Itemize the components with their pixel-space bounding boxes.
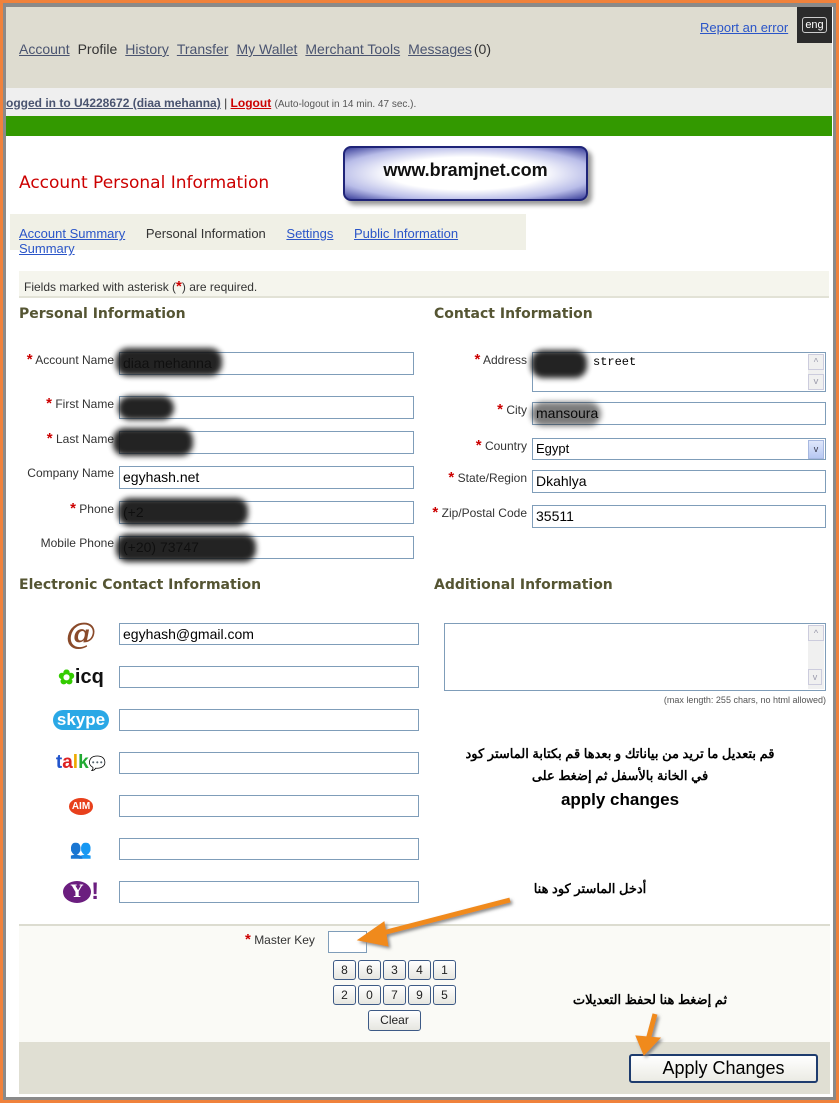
nav-merchant-tools[interactable]: Merchant Tools [305,41,400,57]
google-talk-input[interactable] [119,752,419,774]
apply-hint: ثم إضغط هنا لحفظ التعديلات [572,992,728,1007]
redaction-blur [118,396,174,420]
tab-settings[interactable]: Settings [286,226,333,241]
zip-postal-code-label: * Zip/Postal Code [432,504,527,521]
skype-icon: skype [48,703,114,737]
auto-logout-text: (Auto-logout in 14 min. 47 sec.). [274,99,417,110]
master-key-hint: أدخل الماستر كود هنا [533,881,647,896]
city-label: * City [497,401,527,418]
last-name-label: * Last Name [46,430,114,447]
subtabs: Account Summary Personal Information Set… [10,214,526,256]
nav-history[interactable]: History [125,41,169,57]
logout-link[interactable]: Logout [231,96,272,110]
keypad-key-5[interactable]: 5 [433,985,456,1005]
nav-account[interactable]: Account [19,41,70,57]
address-label: * Address [474,351,527,368]
email-icon: @ [66,616,96,652]
page-title: Account Personal Information [19,173,270,193]
redaction-blur [116,348,222,376]
language-selector[interactable]: eng [797,7,832,43]
additional-info-textarea[interactable]: ^ v [444,623,826,691]
msn-messenger-icon: 👥 [69,838,93,859]
instruction-line-3: apply changes [560,790,680,809]
separator: | [224,96,228,110]
google-talk-icon: talk 💬 [55,752,107,773]
redaction-blur [118,498,248,526]
aim-icon: AIM [48,789,114,823]
mobile-phone-label: Mobile Phone [40,536,114,550]
email-input[interactable]: egyhash@gmail.com [119,623,419,645]
country-select[interactable]: Egypt v [532,438,826,460]
scrollbar[interactable]: ^ v [808,354,824,390]
redaction-blur [531,350,587,378]
icq-input[interactable] [119,666,419,688]
yahoo-input[interactable] [119,881,419,903]
first-name-label: * First Name [46,395,114,412]
nav-my-wallet[interactable]: My Wallet [236,41,297,57]
keypad-key-0[interactable]: 0 [358,985,381,1005]
keypad-key-9[interactable]: 9 [408,985,431,1005]
redaction-blur [116,534,256,562]
nav-messages[interactable]: Messages [408,41,472,57]
language-label: eng [802,17,827,33]
report-error-link[interactable]: Report an error [700,20,788,35]
phone-label: * Phone [70,500,114,517]
redaction-blur [113,428,193,456]
state-region-input[interactable]: Dkahlya [532,470,826,493]
keypad-key-3[interactable]: 3 [383,960,406,980]
tab-personal-information[interactable]: Personal Information [146,226,266,241]
icq-icon: ✿ icq [58,665,104,689]
messages-count: (0) [473,41,492,57]
keypad-key-6[interactable]: 6 [358,960,381,980]
keypad-clear-button[interactable]: Clear [368,1010,421,1031]
nav-profile[interactable]: Profile [78,41,118,57]
keypad-key-4[interactable]: 4 [408,960,431,980]
master-key-area [19,926,830,1042]
note-text: Fields marked with asterisk ( [24,280,177,294]
keypad-key-2[interactable]: 2 [333,985,356,1005]
redaction-blur [531,402,601,426]
max-length-hint: (max length: 255 chars, no html allowed) [663,695,826,705]
account-link[interactable]: ogged in to U4228672 (diaa mehanna) [6,96,221,110]
aim-input[interactable] [119,795,419,817]
yahoo-icon: Y! [48,875,114,909]
watermark-box: www.bramjnet.com [343,146,588,201]
section-electronic-contact: Electronic Contact Information [19,577,262,593]
section-contact-information: Contact Information [434,306,593,322]
chevron-down-icon[interactable]: v [808,440,824,459]
apply-changes-button[interactable]: Apply Changes [629,1054,818,1083]
login-bar: ogged in to U4228672 (diaa mehanna) | Lo… [6,88,832,116]
tab-account-summary[interactable]: Account Summary [19,226,125,241]
country-label: * Country [475,437,527,454]
instruction-line-1: قم بتعديل ما تريد من بياناتك و بعدها قم … [465,746,775,761]
green-bar [6,116,832,136]
account-name-label: * Account Name [26,351,114,368]
main-nav: Account Profile History Transfer My Wallet Me… [19,41,499,57]
msn-messenger-input[interactable] [119,838,419,860]
required-note: Fields marked with asterisk (*) are requ… [19,271,829,298]
keypad-key-7[interactable]: 7 [383,985,406,1005]
note-text: ) are required. [181,280,258,294]
company-name-input[interactable]: egyhash.net [119,466,414,489]
section-additional-information: Additional Information [434,577,613,593]
keypad-key-1[interactable]: 1 [433,960,456,980]
nav-transfer[interactable]: Transfer [177,41,229,57]
section-personal-information: Personal Information [19,306,186,322]
watermark-text: www.bramjnet.com [383,160,548,180]
scrollbar[interactable]: ^ v [808,625,824,689]
state-region-label: * State/Region [448,469,527,486]
skype-input[interactable] [119,709,419,731]
master-key-input[interactable] [328,931,367,953]
instruction-line-2: في الخانة بالأسفل ثم إضغط على [531,768,709,783]
master-key-label: * Master Key [245,931,315,948]
zip-postal-code-input[interactable]: 35511 [532,505,826,528]
keypad-key-8[interactable]: 8 [333,960,356,980]
company-name-label: Company Name [27,466,114,480]
